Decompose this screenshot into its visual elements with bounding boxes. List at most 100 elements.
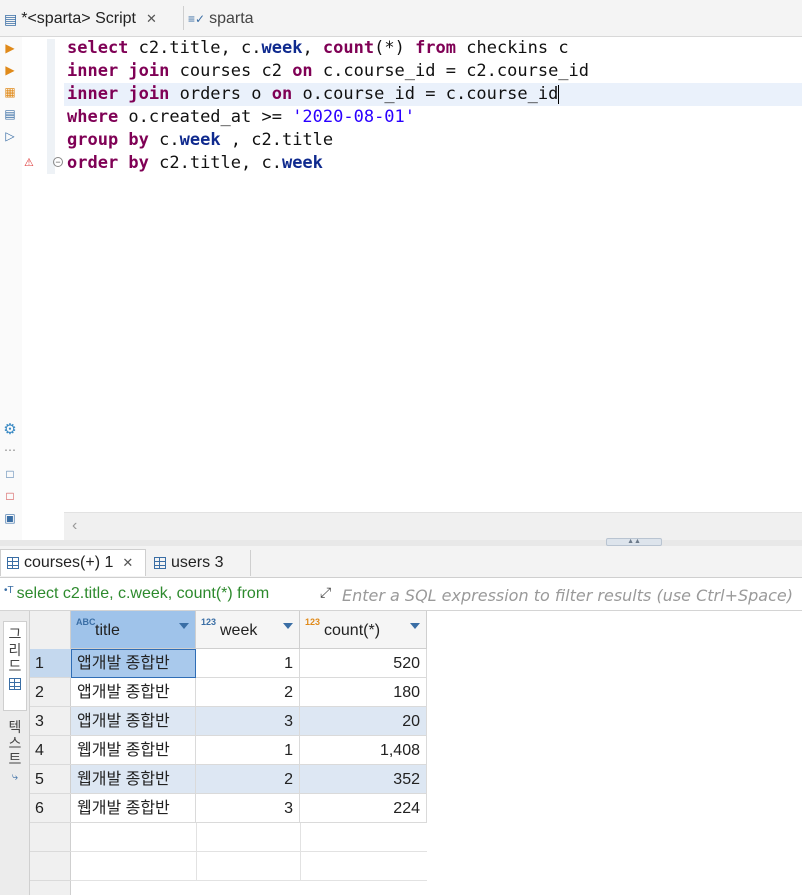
maximize-panel-handle[interactable]: ▲▲ — [606, 538, 662, 546]
code-token: orders o — [169, 84, 272, 104]
code-token: (*) — [374, 38, 416, 58]
cell-week[interactable]: 2 — [196, 765, 300, 794]
scroll-left-icon[interactable]: ‹ — [72, 517, 77, 535]
cell-count[interactable]: 520 — [300, 649, 427, 678]
table-row[interactable]: 2 앱개발 종합반 2 180 — [30, 678, 427, 707]
cell-count[interactable]: 352 — [300, 765, 427, 794]
console-icon[interactable]: ▷ — [3, 129, 17, 143]
variables-icon[interactable]: ▣ — [3, 511, 17, 525]
empty-row — [71, 823, 427, 852]
cell-count[interactable]: 224 — [300, 794, 427, 823]
cell-count[interactable]: 180 — [300, 678, 427, 707]
grid-icon — [9, 678, 21, 690]
cell-week[interactable]: 3 — [196, 794, 300, 823]
table-row[interactable]: 6 웹개발 종합반 3 224 — [30, 794, 427, 823]
code-line[interactable]: order by c2.title, c.week — [64, 152, 802, 175]
fold-icon[interactable]: − — [53, 157, 63, 167]
code-token: week — [281, 153, 323, 173]
result-grid[interactable]: ABC title 123 week 123 count(*) 1 앱개발 종합… — [30, 611, 802, 895]
tab-text-view-label: 텍스트 — [8, 719, 22, 767]
cell-week[interactable]: 2 — [196, 678, 300, 707]
tab-script[interactable]: ▤ *<sparta> Script ✕ — [4, 6, 157, 32]
empty-row-number — [30, 823, 71, 852]
sort-icon[interactable] — [283, 623, 293, 629]
close-icon[interactable]: ✕ — [146, 11, 157, 27]
cell-count[interactable]: 20 — [300, 707, 427, 736]
more-icon[interactable]: ⋯ — [3, 443, 17, 457]
code-line[interactable]: inner join courses c2 on c.course_id = c… — [64, 60, 802, 83]
tab-separator — [183, 6, 184, 30]
number-type-icon: 123 — [305, 617, 321, 627]
sort-icon[interactable] — [410, 623, 420, 629]
tab-text-view[interactable]: 텍스트 ⤷ — [3, 715, 27, 795]
code-area[interactable]: select c2.title, c.week, count(*) from c… — [64, 37, 802, 512]
cell-title[interactable]: 웹개발 종합반 — [71, 736, 196, 765]
column-header-week[interactable]: 123 week — [196, 611, 300, 649]
row-number[interactable]: 3 — [30, 707, 71, 736]
column-header-count[interactable]: 123 count(*) — [300, 611, 427, 649]
code-token: on — [292, 61, 313, 81]
code-token: '2020-08-01' — [292, 107, 416, 127]
grid-icon — [154, 556, 166, 569]
cell-week[interactable]: 1 — [196, 649, 300, 678]
warning-icon: ⚠ — [24, 157, 34, 169]
tab-result-courses[interactable]: courses(+) 1 ✕ — [0, 549, 146, 576]
text-view-icon: ⤷ — [11, 771, 19, 783]
tab-divider — [250, 550, 251, 576]
close-icon[interactable]: ✕ — [122, 555, 133, 571]
cell-title[interactable]: 앱개발 종합반 — [71, 649, 196, 678]
expand-icon[interactable]: ⤢ — [320, 584, 331, 601]
code-line[interactable]: select c2.title, c.week, count(*) from c… — [64, 37, 802, 60]
table-row[interactable]: 1 앱개발 종합반 1 520 — [30, 649, 427, 678]
explain-plan-icon[interactable]: ▤ — [3, 107, 17, 121]
script-icon: ▤ — [4, 10, 18, 27]
column-header-title[interactable]: ABC title — [71, 611, 196, 649]
table-row[interactable]: 4 웹개발 종합반 1 1,408 — [30, 736, 427, 765]
row-number[interactable]: 5 — [30, 765, 71, 794]
code-token: , c2.title — [220, 130, 334, 150]
sql-query-icon: •T — [4, 585, 14, 596]
cell-title[interactable]: 앱개발 종합반 — [71, 707, 196, 736]
editor-tab-bar: ▤ *<sparta> Script ✕ ≡✓ sparta — [0, 0, 802, 37]
gear-icon[interactable]: ⚙ — [3, 422, 17, 437]
execute-statement-icon[interactable]: ▶ — [3, 41, 17, 55]
row-number[interactable]: 1 — [30, 649, 71, 678]
code-token: on — [271, 84, 293, 104]
sort-icon[interactable] — [179, 623, 189, 629]
code-token: c2.title, c. — [148, 153, 282, 173]
tab-result-courses-label: courses(+) 1 — [24, 554, 114, 571]
cell-week[interactable]: 3 — [196, 707, 300, 736]
code-token: checkins c — [456, 38, 569, 58]
code-token: from — [415, 38, 457, 58]
row-number[interactable]: 4 — [30, 736, 71, 765]
execute-script-icon[interactable]: ▦ — [3, 85, 17, 99]
tab-result-users[interactable]: users 3 — [148, 549, 229, 576]
code-token: , — [302, 38, 323, 58]
cell-title[interactable]: 웹개발 종합반 — [71, 765, 196, 794]
execute-in-new-tab-icon[interactable]: ▶ — [3, 63, 17, 77]
code-token: courses c2 — [169, 61, 293, 81]
connection-icon: ≡✓ — [188, 12, 206, 26]
delete-script-icon[interactable]: □ — [3, 489, 17, 503]
tab-grid-view[interactable]: 그리드 — [3, 621, 27, 711]
cell-title[interactable]: 웹개발 종합반 — [71, 794, 196, 823]
grid-icon — [7, 557, 19, 569]
filter-query-label[interactable]: •T select c2.title, c.week, count(*) from — [4, 585, 269, 603]
code-line[interactable]: group by c.week , c2.title — [64, 129, 802, 152]
sql-editor[interactable]: ▶ ▶ ▦ ▤ ▷ ⚙ ⋯ □ □ ▣ ⚠ − select c2.title,… — [0, 37, 802, 540]
tab-connection[interactable]: ≡✓ sparta — [188, 6, 254, 32]
code-token: where — [67, 107, 119, 127]
editor-fold-ruler — [22, 37, 64, 512]
new-script-icon[interactable]: □ — [3, 467, 17, 481]
table-row[interactable]: 3 앱개발 종합반 3 20 — [30, 707, 427, 736]
code-line[interactable]: inner join orders o on o.course_id = c.c… — [64, 83, 802, 106]
cell-count[interactable]: 1,408 — [300, 736, 427, 765]
cell-title[interactable]: 앱개발 종합반 — [71, 678, 196, 707]
horizontal-scrollbar[interactable]: ‹ — [64, 512, 802, 540]
cell-week[interactable]: 1 — [196, 736, 300, 765]
filter-input[interactable] — [342, 583, 800, 607]
row-number[interactable]: 2 — [30, 678, 71, 707]
row-number[interactable]: 6 — [30, 794, 71, 823]
table-row[interactable]: 5 웹개발 종합반 2 352 — [30, 765, 427, 794]
code-line[interactable]: where o.created_at >= '2020-08-01' — [64, 106, 802, 129]
